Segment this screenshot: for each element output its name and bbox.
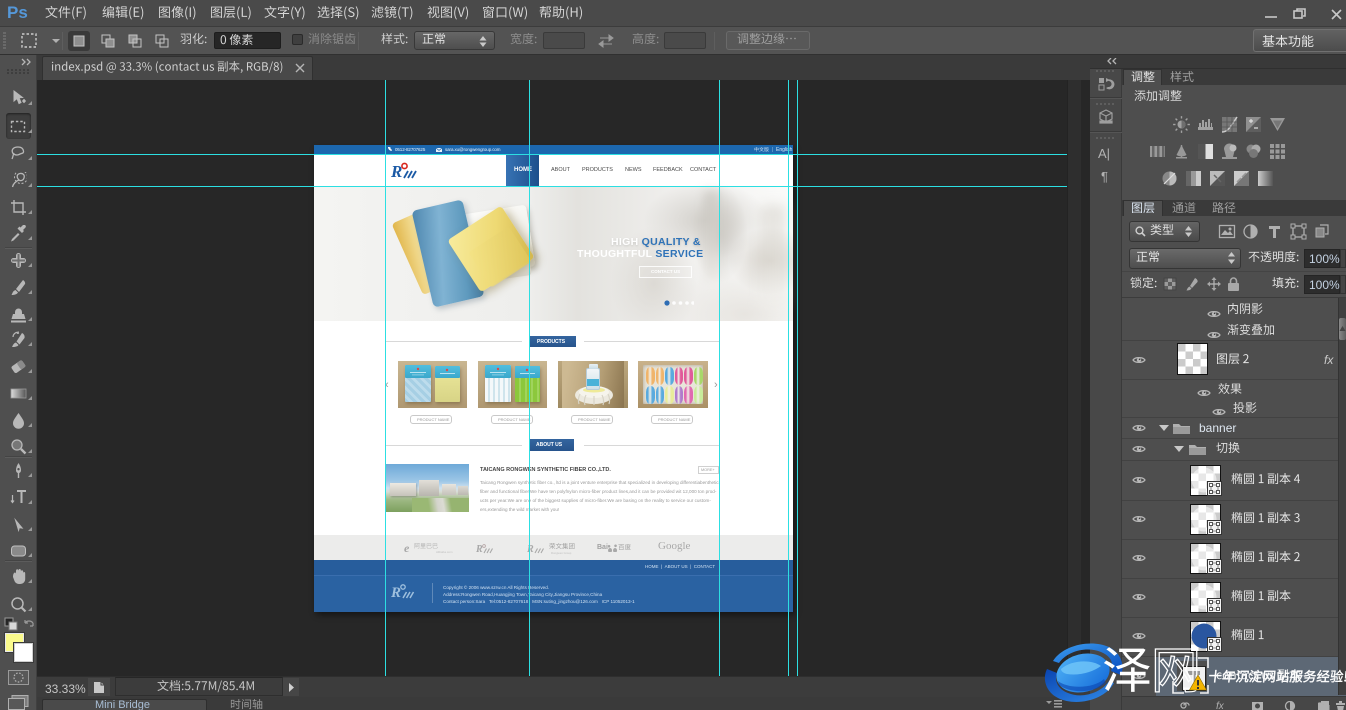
svg-text:R: R [391, 585, 401, 600]
svg-text:fx: fx [1216, 701, 1225, 710]
svg-text:R: R [476, 544, 483, 554]
svg-text:R: R [391, 162, 402, 180]
